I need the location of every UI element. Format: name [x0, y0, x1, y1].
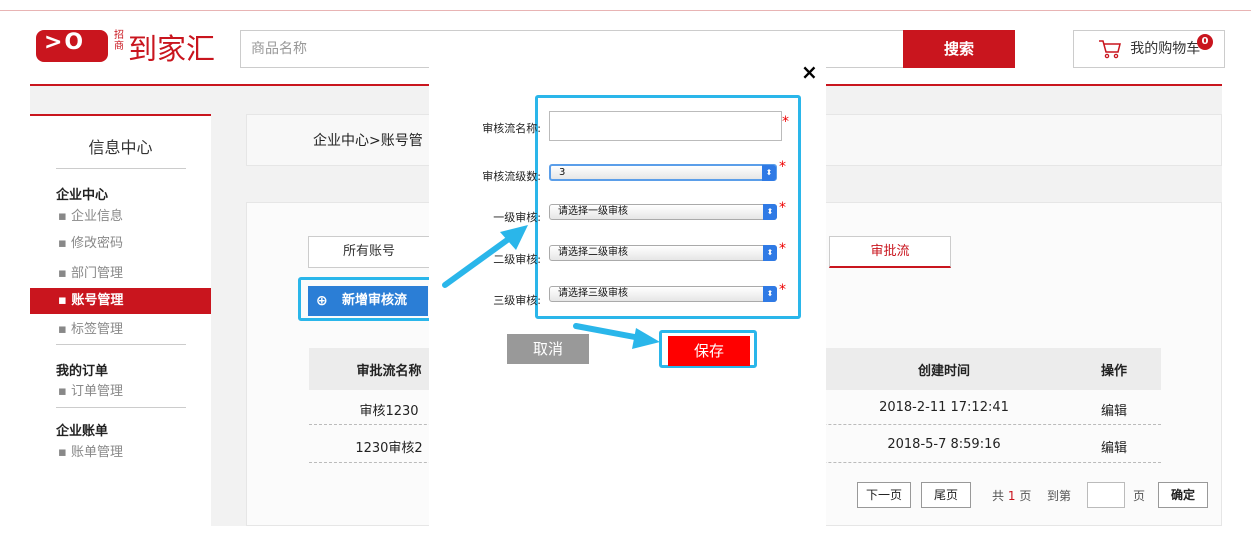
arrow-to-save: [573, 323, 660, 349]
annotation-arrows: [442, 225, 660, 349]
arrow-to-form: [442, 225, 528, 288]
